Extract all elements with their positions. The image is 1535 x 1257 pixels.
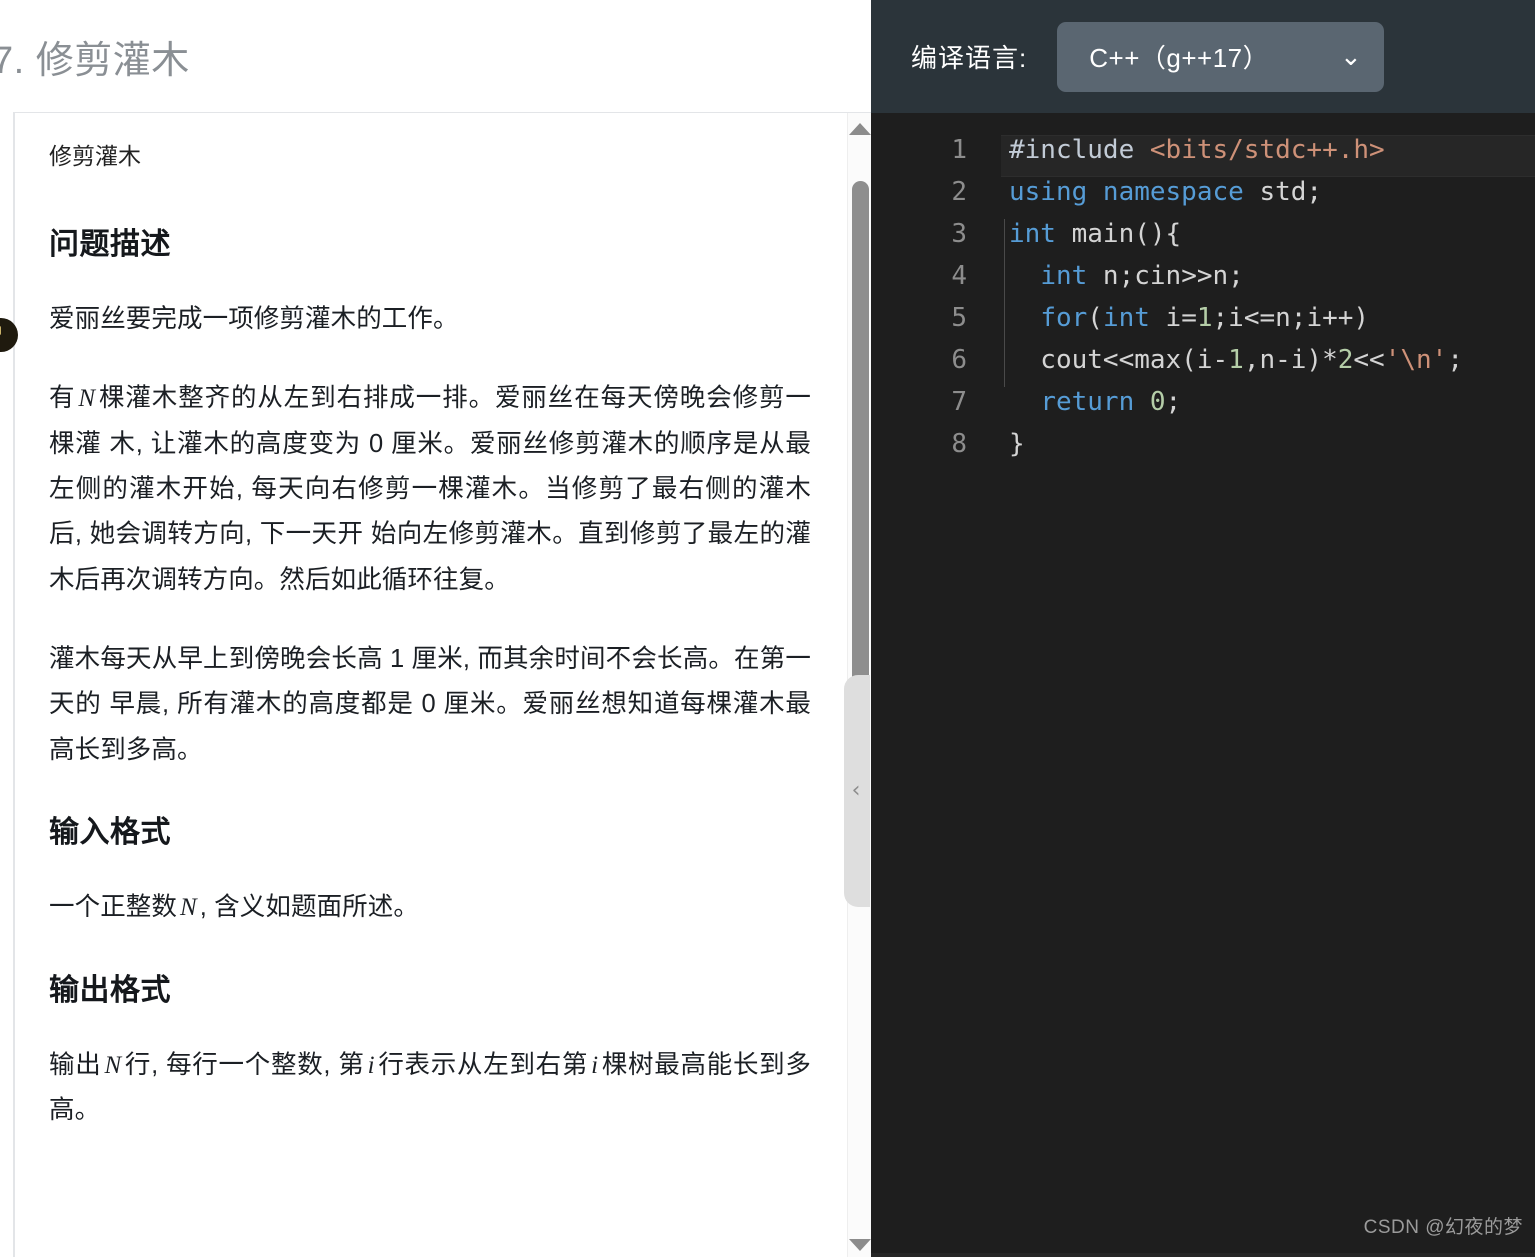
chevron-down-icon: ⌄ [1339, 41, 1363, 72]
code-line-text: } [967, 429, 1025, 459]
code-token: 0 [1149, 387, 1166, 417]
code-line[interactable]: 3 int main(){ [871, 219, 1535, 261]
code-token: using namespace [1009, 177, 1260, 207]
code-line[interactable]: 1 #include <bits/stdc++.h> [871, 135, 1535, 177]
paragraph-output-format: 输出 N 行, 每行一个整数, 第 i 行表示从左到右第 i 棵树最高能长到多高。 [49, 1043, 811, 1134]
text-fragment: , 含义如题面所述。 [199, 893, 419, 922]
code-token: #include [1009, 135, 1150, 165]
code-token: cout<<max(i- [1009, 345, 1229, 375]
code-token: '\n' [1384, 345, 1448, 375]
math-var-i: i [367, 1051, 375, 1079]
math-var-n: N [180, 894, 197, 922]
code-token: int [1102, 303, 1150, 333]
code-line-text: cout<<max(i-1,n-i)*2<<'\n'; [967, 345, 1463, 375]
math-var-i: i [591, 1051, 599, 1079]
code-token: << [1353, 345, 1385, 375]
editor-bottom-divider [871, 1253, 1535, 1257]
problem-panel: 7. 修剪灌木 修剪灌木 问题描述 爱丽丝要完成一项修剪灌木的工作。 有 N 棵灌木… [0, 0, 871, 1257]
text-fragment: 行, 每行一个整数, 第 [124, 1050, 365, 1079]
code-area[interactable]: 1 #include <bits/stdc++.h> 2 using namespac… [871, 113, 1535, 1257]
scroll-down-arrow-icon[interactable] [848, 1233, 871, 1257]
line-number: 1 [951, 135, 967, 165]
language-label: 编译语言: [911, 43, 1028, 73]
code-token: i= [1149, 303, 1197, 333]
code-token: ; [1165, 387, 1182, 417]
code-token: <bits/stdc++.h> [1149, 135, 1385, 165]
scroll-up-arrow-icon[interactable] [848, 117, 871, 141]
code-line[interactable]: 5 for(int i=1;i<=n;i++) [871, 303, 1535, 345]
text-fragment: 有 [49, 384, 76, 413]
code-token: } [1009, 429, 1025, 459]
language-select[interactable]: C++（g++17） ⌄ [1057, 21, 1385, 92]
line-number: 4 [951, 261, 967, 291]
code-line-text: for(int i=1;i<=n;i++) [967, 303, 1369, 333]
code-token: for [1040, 303, 1088, 333]
code-editor-panel: 编译语言: C++（g++17） ⌄ 1 #include <bits/stdc+… [871, 0, 1535, 1257]
code-token: int [1040, 261, 1088, 291]
watermark: CSDN @幻夜的梦 [1363, 1217, 1523, 1238]
paragraph-description-3: 灌木每天从早上到傍晚会长高 1 厘米, 而其余时间不会长高。在第一天的 早晨, … [49, 645, 811, 764]
paragraph-description-1: 爱丽丝要完成一项修剪灌木的工作。 [49, 304, 459, 333]
line-number: 3 [951, 219, 967, 249]
code-token: main(){ [1055, 219, 1182, 249]
code-line-text: #include <bits/stdc++.h> [967, 135, 1385, 165]
problem-content-card: 修剪灌木 问题描述 爱丽丝要完成一项修剪灌木的工作。 有 N 棵灌木整齐的从左到右排… [14, 112, 871, 1257]
code-token: 1 [1228, 345, 1244, 375]
page-title: 7. 修剪灌木 [0, 39, 190, 82]
code-line[interactable]: 7 return 0; [871, 387, 1535, 429]
code-line-text: using namespace std; [967, 177, 1322, 207]
line-number: 8 [951, 429, 967, 459]
line-number: 2 [951, 177, 967, 207]
code-token: ;i<=n;i++) [1212, 303, 1370, 333]
language-select-value: C++（g++17） [1089, 43, 1270, 73]
text-fragment: 行表示从左到右第 [377, 1050, 589, 1079]
code-token: ; [1447, 345, 1463, 375]
problem-title-bar: 7. 修剪灌木 [0, 0, 871, 112]
code-lines[interactable]: 1 #include <bits/stdc++.h> 2 using namespac… [871, 135, 1535, 471]
math-var-n: N [104, 1051, 122, 1079]
app-root: 7. 修剪灌木 修剪灌木 问题描述 爱丽丝要完成一项修剪灌木的工作。 有 N 棵灌木… [0, 0, 1535, 1257]
code-line[interactable]: 4 int n;cin>>n; [871, 261, 1535, 303]
text-fragment: 棵灌木整齐的从左到右排成一排。爱丽丝在每天傍晚会修剪一棵灌 木, 让灌木的高度变… [49, 384, 811, 594]
line-number: 6 [951, 345, 967, 375]
code-line[interactable]: 8} [871, 429, 1535, 471]
text-fragment: 输出 [49, 1050, 102, 1079]
code-token: n;cin>>n; [1087, 261, 1244, 291]
paragraph-description-2: 有 N 棵灌木整齐的从左到右排成一排。爱丽丝在每天傍晚会修剪一棵灌 木, 让灌木的高… [49, 376, 811, 603]
heading-description: 问题描述 [49, 227, 171, 261]
code-line[interactable]: 6 cout<<max(i-1,n-i)*2<<'\n'; [871, 345, 1535, 387]
code-line[interactable]: 2 using namespace std; [871, 177, 1535, 219]
heading-input-format: 输入格式 [49, 816, 171, 850]
code-token: ,n-i)* [1243, 345, 1338, 375]
scrollbar-thumb[interactable] [852, 181, 869, 711]
code-line-text: return 0; [967, 387, 1181, 417]
problem-subtitle: 修剪灌木 [49, 143, 141, 169]
paragraph-input-format: 一个正整数 N, 含义如题面所述。 [49, 885, 811, 931]
code-line-text: int n;cin>>n; [967, 261, 1244, 291]
heading-output-format: 输出格式 [49, 973, 171, 1007]
line-number: 7 [951, 387, 967, 417]
code-token: ( [1087, 303, 1103, 333]
collapse-panel-button[interactable]: ‹ [844, 675, 870, 907]
line-number: 5 [951, 303, 967, 333]
editor-toolbar: 编译语言: C++（g++17） ⌄ [871, 0, 1535, 113]
problem-document: 修剪灌木 问题描述 爱丽丝要完成一项修剪灌木的工作。 有 N 棵灌木整齐的从左到右排… [15, 113, 871, 1208]
code-line-text: int main(){ [967, 219, 1181, 249]
chevron-left-icon: ‹ [851, 778, 861, 803]
math-var-n: N [78, 385, 96, 413]
code-token: 1 [1196, 303, 1213, 333]
code-token: int [1009, 219, 1056, 249]
code-token: return [1040, 387, 1135, 417]
text-fragment: 一个正整数 [49, 893, 178, 922]
code-token: std; [1259, 177, 1323, 207]
code-token: 2 [1337, 345, 1354, 375]
